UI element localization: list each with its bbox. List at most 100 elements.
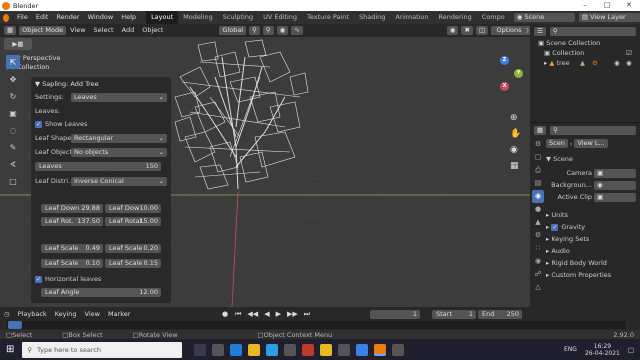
leaf-scale-x-secondary-field[interactable]: Leaf Scale 0.15 — [105, 259, 161, 268]
scene-tab-icon[interactable]: ◉ — [532, 190, 544, 203]
tab-rendering[interactable]: Rendering — [434, 11, 477, 24]
custom-properties-panel[interactable]: ▸ Custom Properties — [546, 270, 640, 281]
leaf-object-dropdown[interactable]: No objects ⌄ — [71, 148, 167, 157]
camera-field[interactable]: ▣ — [594, 169, 636, 178]
measure-icon[interactable]: ∢ — [6, 157, 20, 171]
mode-dropdown[interactable]: Object Mode — [19, 26, 67, 35]
app-icon[interactable] — [284, 343, 297, 356]
close-icon[interactable]: ✕ — [618, 0, 640, 11]
outliner-search-field[interactable]: ⚲ — [549, 26, 636, 36]
menu-marker[interactable]: Marker — [104, 308, 134, 321]
start-frame-field[interactable]: Start 1 — [432, 310, 476, 319]
physics-tab-icon[interactable]: ◉ — [532, 255, 544, 268]
outliner-type-icon[interactable]: ☰ — [534, 26, 546, 36]
taskbar-search-box[interactable]: ⚲ Type here to search — [22, 341, 183, 358]
properties-search-field[interactable]: ⚲ — [550, 125, 636, 135]
tab-uv-editing[interactable]: UV Editing — [258, 11, 302, 24]
timeline-ruler[interactable] — [6, 321, 626, 329]
tab-modeling[interactable]: Modeling — [178, 11, 218, 24]
leaf-scale-field[interactable]: Leaf Scale 0.49 — [41, 244, 103, 253]
modifier-tab-icon[interactable]: ⚙ — [532, 229, 544, 242]
transform-icon[interactable]: ◌ — [6, 123, 20, 137]
camera-visibility-icon[interactable]: ◉ — [626, 59, 632, 68]
menu-view[interactable]: View — [66, 24, 89, 37]
rigid-body-world-panel[interactable]: ▸ Rigid Body World — [546, 258, 640, 269]
object-tab-icon[interactable]: ▲ — [532, 216, 544, 229]
annotate-icon[interactable]: ✎ — [6, 140, 20, 154]
eye-icon[interactable]: ◉ — [614, 59, 620, 68]
media-icon[interactable] — [392, 343, 405, 356]
tab-sculpting[interactable]: Sculpting — [218, 11, 258, 24]
scene-selector[interactable]: ◉ Scene — [513, 13, 575, 22]
zoom-icon[interactable]: ⊕ — [510, 113, 518, 123]
grid-icon[interactable]: ▦ — [510, 161, 519, 171]
blender-menu-icon[interactable] — [3, 13, 9, 22]
scale-icon[interactable]: ▣ — [6, 106, 20, 120]
horizontal-leaves-checkbox[interactable]: ✓ Horizontal leaves — [35, 274, 167, 284]
view-layer-selector[interactable]: ▤ View Layer — [578, 13, 640, 22]
leaf-down-field[interactable]: Leaf Down 29.88 — [41, 204, 103, 213]
pdf-icon[interactable] — [302, 343, 315, 356]
hand-icon[interactable]: ✋ — [510, 129, 521, 139]
record-icon[interactable]: ● — [222, 310, 228, 318]
file-explorer-icon[interactable] — [248, 343, 261, 356]
camera-icon[interactable]: ◉ — [510, 145, 518, 155]
notifications-icon[interactable]: □ — [628, 346, 634, 354]
minimize-icon[interactable]: – — [574, 0, 596, 11]
menu-add[interactable]: Add — [118, 24, 139, 37]
overlay-icon[interactable]: ◫ — [475, 26, 489, 35]
store-icon[interactable] — [266, 343, 279, 356]
leaf-down-secondary-field[interactable]: Leaf Dow -10.00 — [105, 204, 161, 213]
gravity-panel[interactable]: ▸ ✓ Gravity — [546, 222, 640, 233]
jump-end-icon[interactable]: ⏭ — [304, 310, 310, 319]
prev-keyframe-icon[interactable]: ◀◀ — [247, 310, 258, 318]
particles-tab-icon[interactable]: ∷ — [532, 242, 544, 255]
data-tab-icon[interactable]: △ — [532, 281, 544, 294]
edge-icon[interactable] — [230, 343, 243, 356]
taskbar-clock[interactable]: 16:29 26-04-2021 — [585, 343, 620, 357]
audio-panel[interactable]: ▸ Audio — [546, 246, 640, 257]
leaf-rotate-secondary-field[interactable]: Leaf Rotat. 15.00 — [105, 217, 161, 226]
properties-type-icon[interactable]: ▦ — [534, 125, 547, 135]
gizmo-z[interactable]: Z — [500, 56, 509, 65]
leaf-angle-field[interactable]: Leaf Angle 12.00 — [41, 288, 161, 297]
maximize-icon[interactable]: □ — [596, 0, 618, 11]
editor-type-button[interactable]: ▦ — [4, 26, 17, 35]
word-icon[interactable] — [356, 343, 369, 356]
add-cube-icon[interactable]: □ — [6, 174, 20, 188]
visibility-icon[interactable]: ◉ — [446, 26, 459, 35]
leaf-scale-secondary-field[interactable]: Leaf Scale 0.20 — [105, 244, 161, 253]
units-panel[interactable]: ▸ Units — [546, 210, 640, 221]
checkbox-icon[interactable]: ☑ — [626, 49, 632, 58]
select-mode-icon[interactable]: ▶▦ — [4, 38, 32, 50]
keying-sets-panel[interactable]: ▸ Keying Sets — [546, 234, 640, 245]
menu-render[interactable]: Render — [52, 11, 83, 24]
render-tab-icon[interactable]: ▢ — [532, 151, 544, 164]
leaf-distribution-dropdown[interactable]: Inverse Conical ⌄ — [71, 177, 167, 186]
chrome-icon[interactable] — [320, 343, 333, 356]
play-reverse-icon[interactable]: ◀ — [264, 310, 269, 318]
transform-orientation-dropdown[interactable]: Global — [219, 26, 247, 35]
gizmo-x[interactable]: X — [500, 82, 509, 91]
settings-icon[interactable] — [338, 343, 351, 356]
outliner-collection[interactable]: ▣ Collection ☑ — [544, 49, 632, 58]
jump-start-icon[interactable]: ⏮ — [235, 310, 241, 319]
next-keyframe-icon[interactable]: ▶▶ — [287, 310, 298, 318]
world-tab-icon[interactable]: ● — [532, 203, 544, 216]
graph-icon[interactable]: ∿ — [291, 26, 303, 35]
gizmo-y[interactable]: Y — [514, 69, 523, 78]
menu-edit[interactable]: Edit — [32, 11, 53, 24]
menu-object[interactable]: Object — [138, 24, 167, 37]
view-layer-tab-icon[interactable]: ▤ — [532, 177, 544, 190]
tab-layout[interactable]: Layout — [146, 11, 179, 24]
menu-playback[interactable]: Playback — [14, 308, 51, 321]
panel-header[interactable]: ▼ Sapling: Add Tree — [35, 79, 167, 89]
task-view-icon[interactable] — [212, 343, 225, 356]
settings-dropdown[interactable]: Leaves ⌄ — [71, 93, 167, 102]
leaf-scale-x-field[interactable]: Leaf Scale 0.10 — [41, 259, 103, 268]
snap-icon[interactable]: ⚲ — [262, 26, 274, 35]
end-frame-field[interactable]: End 250 — [478, 310, 522, 319]
menu-timeline-view[interactable]: View — [81, 308, 104, 321]
cortana-icon[interactable] — [194, 343, 207, 356]
scene-panel-header[interactable]: ▼ Scene — [546, 154, 640, 165]
